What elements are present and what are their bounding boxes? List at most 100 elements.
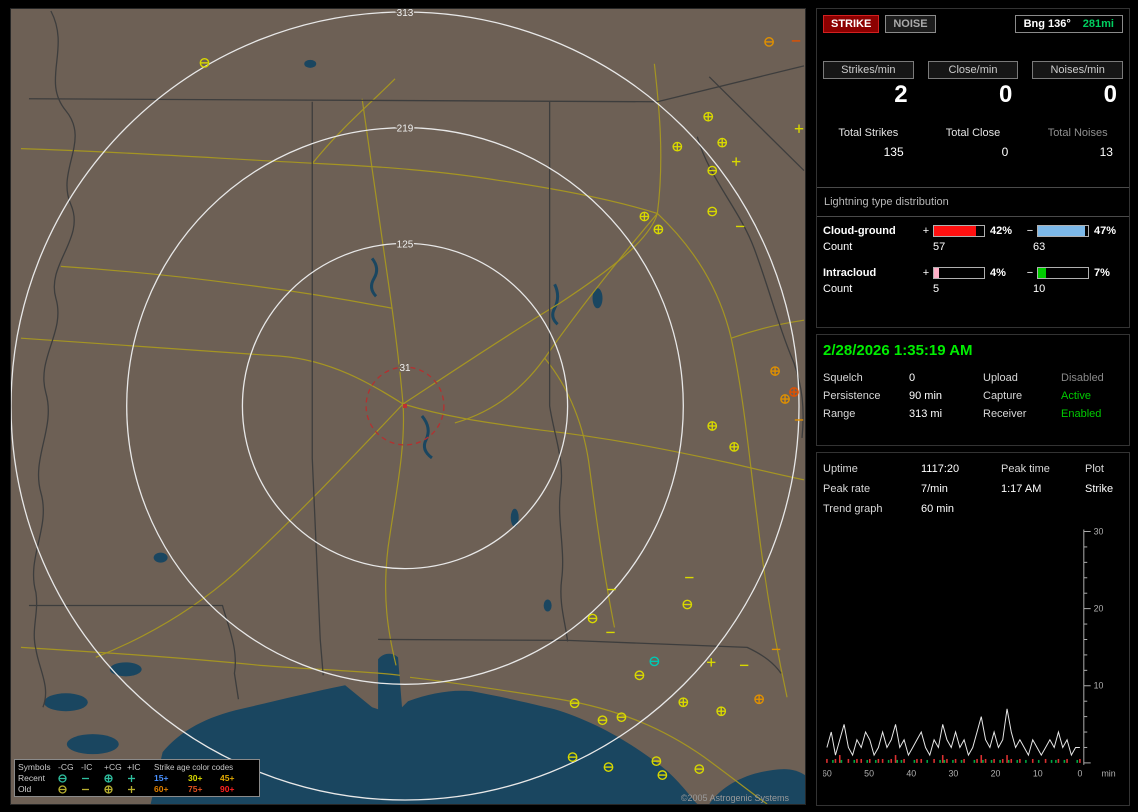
legend-row-old-label: Old xyxy=(18,784,32,794)
svg-text:31: 31 xyxy=(399,363,411,374)
receiver-status: Enabled xyxy=(1061,408,1102,420)
trend-graph: 30 20 10 60 50 40 30 20 10 0 min xyxy=(823,526,1116,779)
uptime-row: Uptime 1117:20 Peak time Plot xyxy=(823,459,1123,479)
roads xyxy=(20,63,805,804)
age-45: 45+ xyxy=(220,773,235,783)
legend-age-title: Strike age color codes xyxy=(154,762,234,772)
minus-sign: − xyxy=(1026,225,1034,237)
svg-text:50: 50 xyxy=(864,769,874,779)
svg-text:min: min xyxy=(1101,769,1115,779)
counters-section: STRIKE NOISE Bng 136° 281mi Strikes/min … xyxy=(816,8,1130,328)
total-noises-value: 13 xyxy=(1099,145,1113,159)
legend-col-neg-cg: -CG xyxy=(58,762,74,772)
ic-negative-pct: 7% xyxy=(1094,267,1110,279)
total-counters: Total Strikes 135 Total Close 0 Total No… xyxy=(823,127,1123,159)
plot-header: Plot xyxy=(1085,463,1104,475)
ic-positive-pct: 4% xyxy=(990,267,1006,279)
peak-rate-value: 7/min xyxy=(921,483,948,495)
strikes-per-min-value: 2 xyxy=(894,81,908,108)
noises-per-min-label: Noises/min xyxy=(1032,61,1123,79)
cloud-ground-row: Cloud-ground + 42% − 47% xyxy=(823,225,1123,237)
ic-positive-count: 5 xyxy=(933,283,940,295)
pos-cg-recent-icon xyxy=(104,773,127,783)
capture-status: Active xyxy=(1061,390,1091,402)
total-noises-label: Total Noises xyxy=(1047,127,1108,139)
close-per-min-label: Close/min xyxy=(927,61,1019,79)
squelch-value: 0 xyxy=(909,372,916,384)
age-15: 15+ xyxy=(154,773,169,783)
neg-ic-recent-icon xyxy=(81,773,104,783)
cg-negative-bar xyxy=(1037,225,1089,237)
svg-text:60: 60 xyxy=(823,769,832,779)
neg-cg-recent-icon xyxy=(58,773,81,783)
copyright-text: ©2005 Astrogenic Systems xyxy=(680,793,789,803)
trend-section: Uptime 1117:20 Peak time Plot Peak rate … xyxy=(816,452,1130,806)
cg-negative-count: 63 xyxy=(1033,241,1046,253)
svg-text:20: 20 xyxy=(991,769,1001,779)
strikes-per-min-label: Strikes/min xyxy=(823,61,914,79)
rate-counters: Strikes/min 2 Close/min 0 Noises/min 0 xyxy=(823,61,1123,109)
distribution-title: Lightning type distribution xyxy=(824,196,949,208)
svg-text:10: 10 xyxy=(1033,769,1043,779)
map-legend: Symbols -CG -IC +CG +IC Strike age color… xyxy=(14,759,260,797)
bearing-display: Bng 136° 281mi xyxy=(1014,15,1123,33)
lightning-map[interactable]: 313 219 125 31 Symbols -CG -IC +CG +IC Stri… xyxy=(10,8,806,805)
total-strikes-value: 135 xyxy=(883,145,904,159)
persistence-value: 90 min xyxy=(909,390,943,402)
legend-col-neg-ic: -IC xyxy=(81,762,93,772)
legend-symbols-header: Symbols xyxy=(18,762,51,772)
intracloud-row: Intracloud + 4% − 7% xyxy=(823,267,1123,279)
svg-text:125: 125 xyxy=(397,239,414,250)
state-borders xyxy=(28,10,805,708)
sensor-location-marker xyxy=(403,404,408,408)
legend-col-pos-ic: +IC xyxy=(127,762,141,772)
trend-graph-row: Trend graph 60 min xyxy=(823,499,1123,519)
settings-row: Squelch 0 Upload Disabled xyxy=(823,369,1123,387)
age-60: 60+ xyxy=(154,784,169,794)
peak-time-header: Peak time xyxy=(1001,463,1050,475)
neg-ic-old-icon xyxy=(81,784,104,794)
svg-text:30: 30 xyxy=(1094,526,1104,536)
legend-row-recent-label: Recent xyxy=(18,773,45,783)
neg-cg-old-icon xyxy=(58,784,81,794)
pos-cg-old-icon xyxy=(104,784,127,794)
datetime-display: 2/28/2026 1:35:19 AM xyxy=(823,342,973,359)
cg-count-row: Count 57 63 xyxy=(823,241,1123,253)
ic-negative-count: 10 xyxy=(1033,283,1046,295)
svg-text:40: 40 xyxy=(906,769,916,779)
peak-rate-row: Peak rate 7/min 1:17 AM Strike xyxy=(823,479,1123,499)
total-strikes-label: Total Strikes xyxy=(838,127,899,139)
status-section: 2/28/2026 1:35:19 AM Squelch 0 Upload Di… xyxy=(816,334,1130,446)
age-90: 90+ xyxy=(220,784,235,794)
trend-window-value: 60 min xyxy=(921,503,955,515)
strike-mode-button[interactable]: STRIKE xyxy=(823,15,880,33)
svg-text:20: 20 xyxy=(1094,604,1104,614)
age-30: 30+ xyxy=(188,773,203,783)
age-75: 75+ xyxy=(188,784,203,794)
pos-ic-old-icon xyxy=(127,784,154,794)
bearing-distance: 281mi xyxy=(1082,18,1114,30)
bearing-label: Bng 136° xyxy=(1023,18,1071,30)
svg-text:10: 10 xyxy=(1094,681,1104,691)
cg-positive-bar xyxy=(933,225,985,237)
uptime-value: 1117:20 xyxy=(921,463,960,475)
legend-col-pos-cg: +CG xyxy=(104,762,122,772)
plus-sign: + xyxy=(922,225,930,237)
minus-sign: − xyxy=(1026,267,1034,279)
noise-mode-button[interactable]: NOISE xyxy=(885,15,936,33)
cg-positive-count: 57 xyxy=(933,241,946,253)
ic-positive-bar xyxy=(933,267,985,279)
ic-count-row: Count 5 10 xyxy=(823,283,1123,295)
stormvue-app: 313 219 125 31 Symbols -CG -IC +CG +IC Stri… xyxy=(0,0,1138,812)
side-panel: STRIKE NOISE Bng 136° 281mi Strikes/min … xyxy=(816,8,1130,806)
total-close-value: 0 xyxy=(1001,145,1009,159)
ic-negative-bar xyxy=(1037,267,1089,279)
svg-text:30: 30 xyxy=(949,769,959,779)
plot-value: Strike xyxy=(1085,483,1114,495)
cg-positive-pct: 42% xyxy=(990,225,1013,237)
range-value: 313 mi xyxy=(909,408,943,420)
svg-text:0: 0 xyxy=(1077,769,1082,779)
cg-negative-pct: 47% xyxy=(1094,225,1117,237)
settings-row: Range 313 mi Receiver Enabled xyxy=(823,405,1123,423)
rivers xyxy=(370,257,560,460)
